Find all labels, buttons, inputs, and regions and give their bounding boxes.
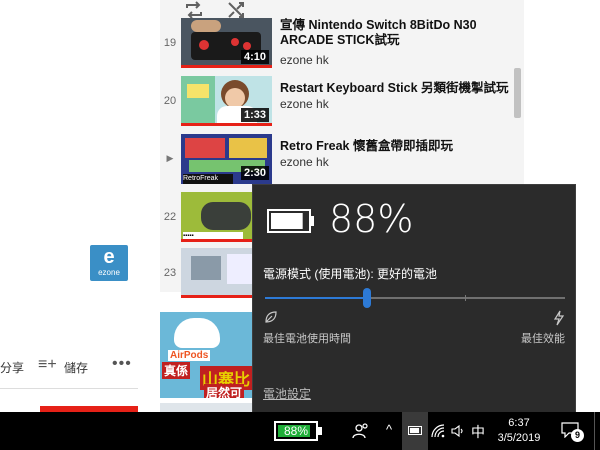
video-title[interactable]: Retro Freak 懷舊盒帶即插即玩 bbox=[280, 139, 512, 154]
playlist-item-current[interactable]: ▶ RetroFreak 2:30 Retro Freak 懷舊盒帶即插即玩 e… bbox=[160, 133, 512, 187]
video-duration: 2:30 bbox=[240, 166, 269, 180]
video-title[interactable]: 宣傳 Nintendo Switch 8BitDo N30 ARCADE STI… bbox=[280, 18, 512, 48]
recommended-video-thumbnail[interactable]: AirPods 真係 山寨比 居然可 bbox=[160, 312, 252, 398]
promo-text: AirPods bbox=[168, 350, 211, 361]
playlist-item[interactable]: 19 4:10 宣傳 Nintendo Switch 8BitDo N30 AR… bbox=[160, 17, 512, 71]
chevron-up-icon[interactable]: ^ bbox=[386, 422, 392, 437]
add-to-playlist-icon[interactable]: ≡+ bbox=[38, 356, 57, 374]
battery-flyout: 88% 電源模式 (使用電池): 更好的電池 最佳電池使用時間 最佳效能 電池設… bbox=[252, 184, 576, 412]
clock-date: 3/5/2019 bbox=[497, 432, 541, 444]
show-desktop-button[interactable] bbox=[594, 412, 596, 450]
video-title[interactable]: Restart Keyboard Stick 另類街機掣試玩 bbox=[280, 81, 512, 96]
action-center-button[interactable]: 9 bbox=[561, 422, 585, 442]
channel-logo-mark: e bbox=[103, 246, 115, 268]
volume-icon[interactable] bbox=[450, 423, 466, 439]
video-channel[interactable]: ezone hk bbox=[280, 97, 329, 111]
slider-tick bbox=[465, 295, 466, 301]
playlist-item-number: 22 bbox=[163, 211, 177, 223]
power-mode-label: 電源模式 (使用電池): 更好的電池 bbox=[263, 267, 437, 281]
video-channel[interactable]: ezone hk bbox=[280, 155, 329, 169]
video-duration: 1:33 bbox=[240, 108, 269, 122]
power-mode-slider[interactable] bbox=[265, 297, 565, 299]
people-icon[interactable] bbox=[352, 422, 370, 440]
divider bbox=[0, 388, 138, 389]
battery-percentage: 88% bbox=[329, 197, 414, 241]
taskbar: 88% ^ 中 6:37 3/5/2019 9 bbox=[0, 412, 600, 450]
clock-time: 6:37 bbox=[508, 417, 530, 429]
promo-text: 居然可 bbox=[204, 384, 245, 398]
video-thumbnail[interactable]: 1:33 bbox=[181, 76, 272, 126]
video-thumbnail[interactable]: 4:10 bbox=[181, 18, 272, 68]
clock[interactable]: 6:37 3/5/2019 bbox=[493, 416, 545, 446]
power-mode-slider-thumb[interactable] bbox=[363, 288, 371, 308]
playlist-item[interactable]: 20 1:33 Restart Keyboard Stick 另類街機掣試玩 e… bbox=[160, 75, 512, 129]
battery-meter-nub bbox=[318, 427, 322, 435]
recommended-video-thumbnail[interactable] bbox=[160, 403, 252, 412]
video-channel[interactable]: ezone hk bbox=[280, 53, 329, 67]
now-playing-icon: ▶ bbox=[166, 153, 174, 163]
lightning-icon bbox=[553, 310, 565, 326]
video-thumbnail[interactable]: RetroFreak 2:30 bbox=[181, 134, 272, 184]
best-performance-label: 最佳效能 bbox=[521, 333, 565, 345]
battery-meter-widget[interactable]: 88% bbox=[274, 421, 324, 441]
video-duration: 4:10 bbox=[240, 50, 269, 64]
best-battery-life-label: 最佳電池使用時間 bbox=[263, 333, 351, 345]
channel-logo-text: ezone bbox=[98, 268, 120, 277]
playlist-item-number: 23 bbox=[163, 267, 177, 279]
playlist-item-number: 20 bbox=[163, 95, 177, 107]
airpods-image bbox=[174, 318, 220, 348]
promo-text: 真係 bbox=[162, 362, 191, 379]
battery-icon bbox=[267, 209, 314, 233]
battery-meter-percent: 88% bbox=[283, 424, 309, 438]
playlist-scrollbar[interactable] bbox=[514, 68, 521, 118]
battery-tray-icon bbox=[408, 426, 422, 435]
notification-count-badge: 9 bbox=[571, 429, 584, 442]
wifi-icon[interactable] bbox=[430, 423, 446, 439]
channel-logo[interactable]: e ezone bbox=[90, 245, 128, 281]
video-actions: 分享 ≡+ 儲存 ••• bbox=[0, 355, 140, 379]
playlist-item-number: 19 bbox=[163, 37, 177, 49]
battery-settings-link[interactable]: 電池設定 bbox=[263, 385, 311, 402]
share-button[interactable]: 分享 bbox=[0, 359, 24, 376]
power-mode-slider-fill bbox=[265, 297, 367, 299]
leaf-icon bbox=[265, 311, 277, 323]
more-options-button[interactable]: ••• bbox=[112, 355, 132, 373]
save-button[interactable]: 儲存 bbox=[64, 359, 88, 376]
input-method-indicator[interactable]: 中 bbox=[471, 422, 485, 442]
